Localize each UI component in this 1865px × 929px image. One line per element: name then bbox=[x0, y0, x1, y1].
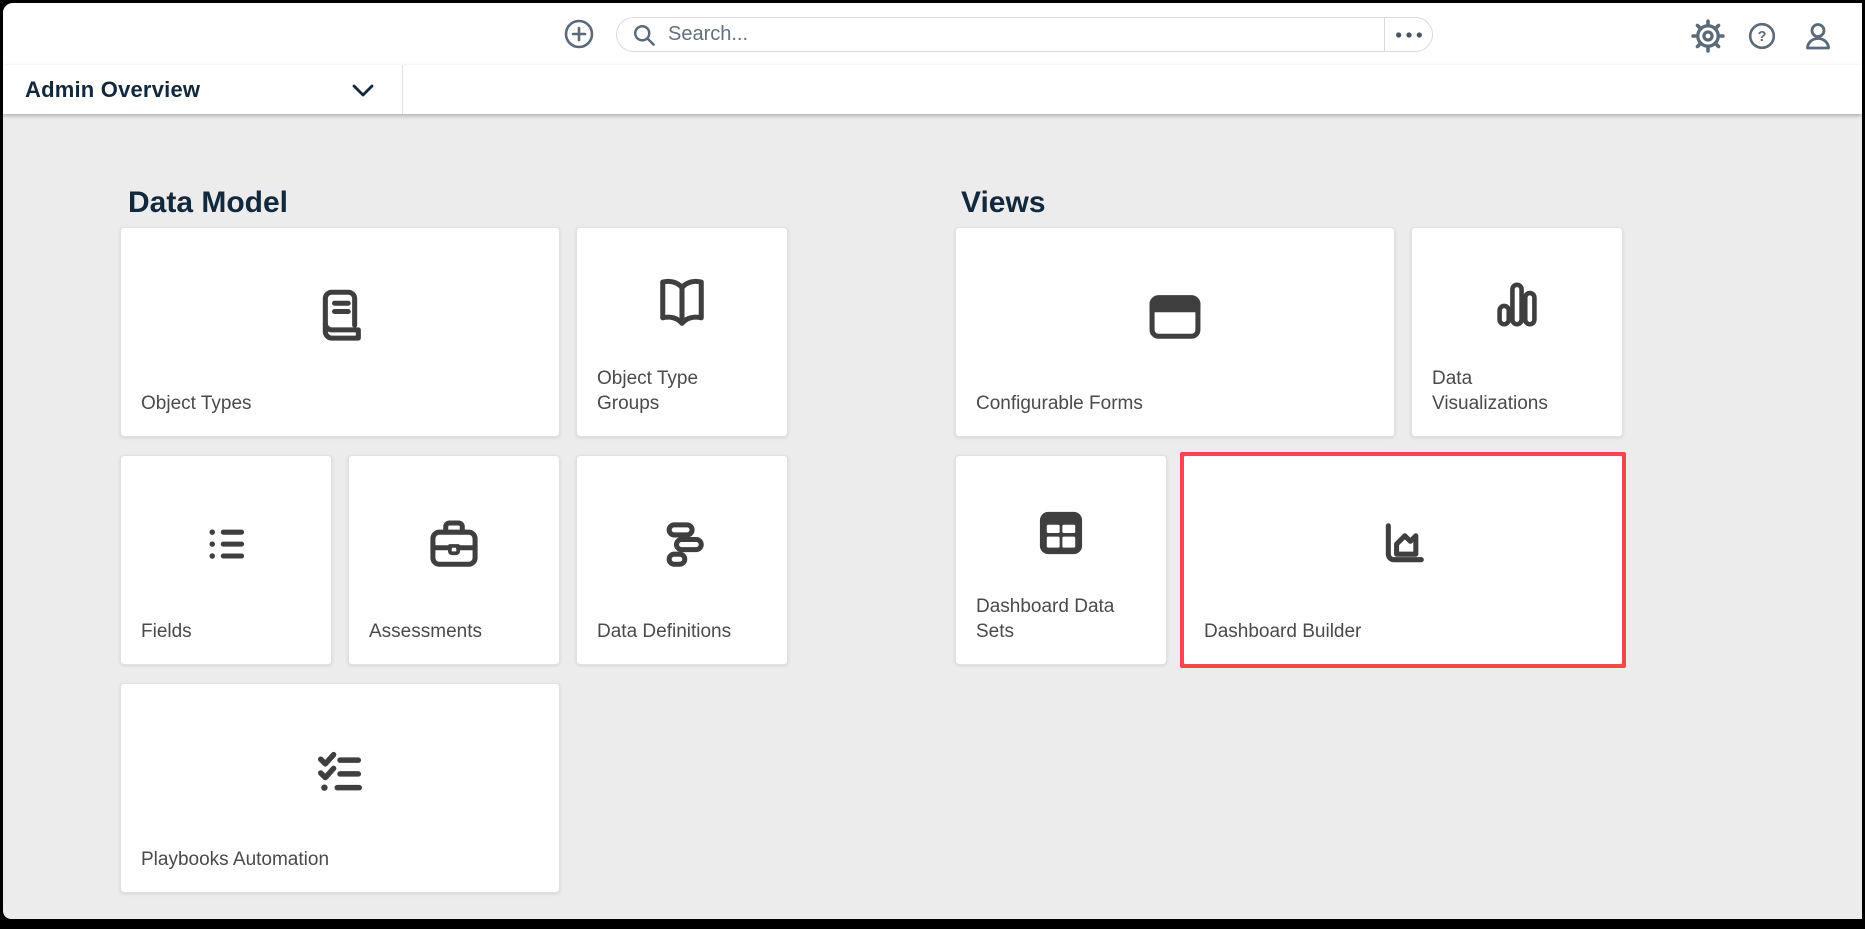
checklist-icon bbox=[307, 684, 373, 847]
card-object-type-groups[interactable]: Object Type Groups bbox=[576, 227, 788, 437]
card-data-visualizations[interactable]: Data Visualizations bbox=[1411, 227, 1623, 437]
search-bar bbox=[616, 17, 1433, 52]
card-label: Object Types bbox=[141, 392, 252, 414]
stacked-bars-icon bbox=[649, 456, 715, 619]
help-button[interactable]: ? bbox=[1747, 21, 1777, 51]
create-button[interactable] bbox=[563, 18, 595, 50]
open-book-icon bbox=[649, 228, 715, 366]
help-icon: ? bbox=[1747, 21, 1777, 51]
card-data-definitions[interactable]: Data Definitions bbox=[576, 455, 788, 665]
card-label: Dashboard Data Sets bbox=[976, 595, 1115, 642]
window-icon bbox=[1142, 228, 1208, 391]
settings-button[interactable] bbox=[1691, 19, 1725, 53]
card-dashboard-builder[interactable]: Dashboard Builder bbox=[1180, 452, 1626, 668]
user-menu-button[interactable] bbox=[1802, 20, 1834, 52]
svg-text:?: ? bbox=[1758, 29, 1767, 45]
table-icon bbox=[1028, 456, 1094, 594]
user-icon bbox=[1802, 20, 1834, 52]
section-title-views: Views bbox=[961, 185, 1046, 219]
card-label: Fields bbox=[141, 620, 192, 642]
section-title-data-model: Data Model bbox=[128, 185, 289, 219]
search-options-button[interactable] bbox=[1384, 18, 1432, 51]
card-dashboard-data-sets[interactable]: Dashboard Data Sets bbox=[955, 455, 1167, 665]
card-assessments[interactable]: Assessments bbox=[348, 455, 560, 665]
card-label: Object Type Groups bbox=[597, 367, 699, 414]
card-label: Data Visualizations bbox=[1432, 367, 1548, 414]
chevron-down-icon bbox=[350, 79, 376, 101]
view-switcher-dropdown[interactable]: Admin Overview bbox=[3, 65, 402, 114]
bar-chart-icon bbox=[1484, 228, 1550, 366]
search-input[interactable] bbox=[658, 23, 1384, 46]
card-object-types[interactable]: Object Types bbox=[120, 227, 560, 437]
card-label: Assessments bbox=[369, 620, 482, 642]
card-label: Dashboard Builder bbox=[1204, 620, 1362, 642]
briefcase-icon bbox=[421, 456, 487, 619]
plus-icon bbox=[563, 18, 595, 50]
nav-title: Admin Overview bbox=[25, 76, 201, 102]
nav-divider bbox=[402, 65, 403, 114]
views-cards: Configurable Forms Data Visualizations Das… bbox=[955, 227, 1626, 668]
area-chart-icon bbox=[1370, 456, 1436, 619]
card-configurable-forms[interactable]: Configurable Forms bbox=[955, 227, 1395, 437]
page: ? Admin Overview Data Model Views Object… bbox=[3, 3, 1862, 919]
list-icon bbox=[193, 456, 259, 619]
data-model-cards: Object Types Object Type Groups Fields Asse… bbox=[120, 227, 790, 893]
search-icon bbox=[630, 21, 658, 49]
card-label: Data Definitions bbox=[597, 620, 732, 642]
card-playbooks-automation[interactable]: Playbooks Automation bbox=[120, 683, 560, 893]
top-bar: ? bbox=[3, 3, 1862, 66]
ellipsis-icon bbox=[1394, 31, 1424, 39]
card-label: Playbooks Automation bbox=[141, 848, 330, 870]
app-window: { "topbar": { "create_button": { "icon":… bbox=[0, 0, 1865, 929]
gear-icon bbox=[1691, 19, 1725, 53]
card-label: Configurable Forms bbox=[976, 392, 1143, 414]
card-fields[interactable]: Fields bbox=[120, 455, 332, 665]
nav-row: Admin Overview bbox=[3, 65, 1862, 114]
book-icon bbox=[307, 228, 373, 391]
